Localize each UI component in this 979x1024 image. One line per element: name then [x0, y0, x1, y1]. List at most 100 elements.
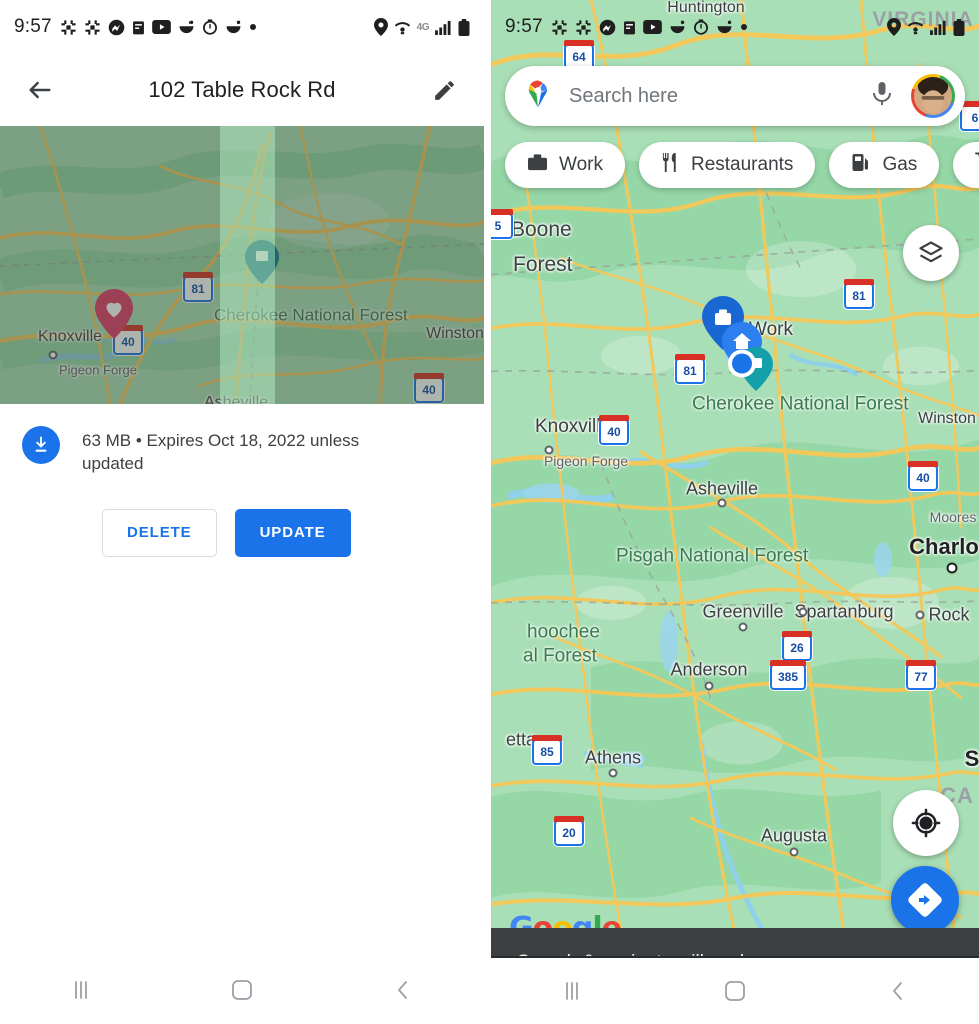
- right-phone-panel: Huntington VIRGINIA Boone Forest Work Kn…: [491, 0, 979, 1024]
- chip-label: Gas: [882, 154, 918, 175]
- city-dot-icon: [544, 445, 554, 455]
- status-bar-notification-icons: [60, 19, 257, 36]
- youtube-icon: [151, 20, 171, 34]
- status-bar-system-icons: 4G: [373, 18, 470, 36]
- location-icon: [373, 18, 388, 36]
- location-icon: [887, 18, 901, 36]
- search-bar[interactable]: Search here: [505, 66, 965, 126]
- signal-icon: [930, 20, 947, 35]
- chip-gas[interactable]: Gas: [829, 142, 940, 188]
- category-chips: Work Restaurants Gas G: [505, 142, 979, 188]
- city-dot-icon: [798, 607, 808, 617]
- calendar-icon: [132, 20, 145, 35]
- slack-icon: [60, 19, 77, 36]
- delete-button[interactable]: DELETE: [102, 508, 217, 557]
- food-bowl-icon: [669, 19, 686, 35]
- wifi-calling-icon: [394, 19, 411, 35]
- highway-shield: 40: [908, 461, 938, 491]
- directions-button[interactable]: [891, 866, 959, 934]
- current-location-dot-icon: [727, 349, 757, 384]
- edit-pencil-button[interactable]: [422, 68, 466, 112]
- highway-shield: 77: [906, 660, 936, 690]
- microphone-icon[interactable]: [863, 81, 901, 112]
- avatar-photo: [914, 77, 952, 115]
- nav-recents-button[interactable]: [46, 966, 116, 1014]
- food-bowl-icon: [716, 19, 733, 35]
- android-nav-bar-right: [491, 956, 979, 1024]
- briefcase-icon: [527, 153, 548, 178]
- offline-map-info-row: 63 MB • Expires Oct 18, 2022 unless upda…: [0, 404, 484, 476]
- youtube-icon: [642, 20, 662, 34]
- city-dot-icon: [704, 681, 714, 691]
- highway-shield: 40: [599, 415, 629, 445]
- messenger-icon: [599, 19, 616, 36]
- nav-home-button[interactable]: [700, 967, 770, 1015]
- signal-icon: [435, 20, 452, 35]
- nav-back-button[interactable]: [863, 967, 933, 1015]
- highway-shield: 81: [844, 279, 874, 309]
- highway-shield: 85: [532, 735, 562, 765]
- calendar-icon: [623, 20, 636, 35]
- status-bar-right: 9:57: [491, 0, 979, 54]
- back-button[interactable]: [18, 68, 62, 112]
- status-bar-clock: 9:57: [14, 16, 52, 37]
- offline-region-highlight: [220, 126, 275, 404]
- layers-button[interactable]: [903, 225, 959, 281]
- offline-map-preview[interactable]: Knoxville Pigeon Forge Asheville Winston…: [0, 126, 484, 404]
- battery-icon: [458, 18, 470, 36]
- city-dot-icon: [717, 498, 727, 508]
- offline-map-actions: DELETE UPDATE: [0, 476, 484, 557]
- chip-work[interactable]: Work: [505, 142, 625, 188]
- highway-shield: 6: [960, 101, 979, 131]
- city-dot-icon: [738, 622, 748, 632]
- my-location-button[interactable]: [893, 790, 959, 856]
- offline-download-check-icon: [22, 426, 60, 464]
- timer-icon: [202, 19, 218, 35]
- highway-shield: 20: [554, 816, 584, 846]
- highway-shield: 5: [491, 209, 513, 239]
- city-dot-icon: [946, 562, 958, 574]
- chip-groceries[interactable]: G: [953, 142, 979, 188]
- dot-icon: [740, 23, 748, 31]
- cutlery-icon: [661, 152, 680, 179]
- city-dot-icon: [608, 768, 618, 778]
- city-dot-icon: [789, 847, 799, 857]
- avatar[interactable]: [911, 74, 955, 118]
- timer-icon: [693, 19, 709, 35]
- search-input[interactable]: Search here: [569, 85, 863, 108]
- highway-shield: 26: [782, 631, 812, 661]
- nav-home-button[interactable]: [207, 966, 277, 1014]
- status-bar-clock: 9:57: [505, 16, 543, 37]
- app-bar: 102 Table Rock Rd: [0, 54, 484, 126]
- slack-icon: [84, 19, 101, 36]
- battery-icon: [953, 18, 965, 36]
- nav-recents-button[interactable]: [537, 967, 607, 1015]
- left-phone-panel: 9:57 4G 102 Table Rock Rd Knoxville Pige…: [0, 0, 484, 1024]
- slack-icon: [575, 19, 592, 36]
- google-maps-pin-icon: [523, 79, 553, 114]
- status-bar-system-icons: [887, 18, 965, 36]
- chip-label: Work: [559, 154, 603, 175]
- offline-map-status-text: 63 MB • Expires Oct 18, 2022 unless upda…: [82, 431, 360, 474]
- status-bar-notification-icons: [551, 19, 748, 36]
- screenshot-stage: 9:57 4G 102 Table Rock Rd Knoxville Pige…: [0, 0, 979, 1024]
- food-bowl-icon: [225, 19, 242, 35]
- shopping-cart-icon: [975, 152, 979, 178]
- wifi-calling-icon: [907, 19, 924, 35]
- slack-icon: [551, 19, 568, 36]
- messenger-icon: [108, 19, 125, 36]
- update-button[interactable]: UPDATE: [234, 508, 351, 557]
- food-bowl-icon: [178, 19, 195, 35]
- android-nav-bar-left: [0, 956, 484, 1024]
- chip-restaurants[interactable]: Restaurants: [638, 142, 816, 188]
- gas-pump-icon: [851, 152, 871, 178]
- network-type-label: 4G: [416, 21, 430, 33]
- highway-shield: 385: [770, 660, 806, 690]
- nav-back-button[interactable]: [368, 966, 438, 1014]
- chip-label: Restaurants: [690, 154, 794, 175]
- status-bar-left: 9:57 4G: [0, 0, 484, 54]
- dot-icon: [249, 23, 257, 31]
- highway-shield: 81: [675, 354, 705, 384]
- page-title: 102 Table Rock Rd: [148, 77, 336, 102]
- city-dot-icon: [915, 610, 925, 620]
